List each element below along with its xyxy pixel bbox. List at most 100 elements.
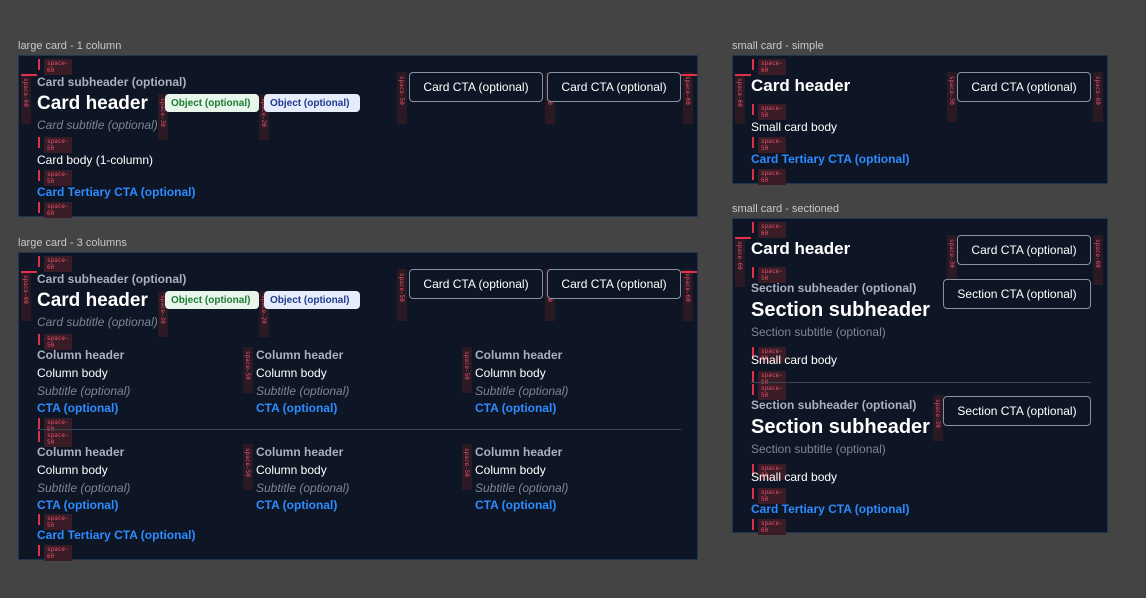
card-header: Card header <box>37 93 148 114</box>
small-card-simple: space-60 space-60 Card header space-50 S… <box>732 55 1108 185</box>
spacing-marker: space-30 <box>933 395 943 441</box>
card-cta-button-2[interactable]: Card CTA (optional) <box>547 269 681 299</box>
spacing-marker: space-50 <box>38 418 72 434</box>
card-subtitle: Card subtitle (optional) <box>37 315 158 329</box>
card-header: Card header <box>751 76 851 95</box>
spacing-marker: space-50 <box>397 72 407 124</box>
section-cta-button[interactable]: Section CTA (optional) <box>943 279 1091 309</box>
spacing-marker: space-50 <box>243 347 253 393</box>
tertiary-cta-link[interactable]: Card Tertiary CTA (optional) <box>37 528 195 542</box>
column-header: Column header <box>256 348 344 362</box>
object-tag-blue: Object (optional) <box>264 94 360 112</box>
section-subtitle: Section subtitle (optional) <box>751 442 886 456</box>
column-subtitle: Subtitle (optional) <box>475 481 569 495</box>
card-cta-button-1[interactable]: Card CTA (optional) <box>409 72 543 102</box>
spacing-marker: space-60 <box>38 202 72 218</box>
card-cta-button[interactable]: Card CTA (optional) <box>957 235 1091 265</box>
card-cta-button[interactable]: Card CTA (optional) <box>957 72 1091 102</box>
spacing-marker: space-50 <box>462 347 472 393</box>
column-body: Column body <box>475 366 546 380</box>
spacing-marker: space-60 <box>735 237 745 287</box>
spacing-marker: space-60 <box>752 169 786 185</box>
spacing-marker: space-60 <box>735 74 745 124</box>
spacing-marker: space-50 <box>752 104 786 120</box>
tertiary-cta-link[interactable]: Card Tertiary CTA (optional) <box>751 502 909 516</box>
spacing-marker: space-50 <box>752 137 786 153</box>
spacing-marker: space-50 <box>38 334 72 350</box>
spacing-marker: space-50 <box>462 444 472 490</box>
spacing-marker: space-50 <box>38 431 72 447</box>
frame-label-small-simple: small card - simple <box>732 40 824 52</box>
column-body: Column body <box>256 463 327 477</box>
spacing-marker: space-60 <box>752 59 786 75</box>
spacing-marker: space-50 <box>38 514 72 530</box>
spacing-marker: space-50 <box>243 444 253 490</box>
card-subheader: Card subheader (optional) <box>37 272 187 286</box>
column-cta-link[interactable]: CTA (optional) <box>475 401 556 415</box>
section-subheader: Section subheader <box>751 416 930 438</box>
spacing-marker: space-60 <box>38 59 72 75</box>
section-subtitle: Section subtitle (optional) <box>751 325 886 339</box>
spacing-marker: space-50 <box>38 170 72 186</box>
column-header: Column header <box>256 445 344 459</box>
column-subtitle: Subtitle (optional) <box>256 481 350 495</box>
column-cta-link[interactable]: CTA (optional) <box>475 498 556 512</box>
spacing-marker: space-60 <box>38 545 72 561</box>
spacing-marker: space-60 <box>752 222 786 238</box>
section-divider <box>751 382 1091 383</box>
spacing-marker: space-50 <box>397 269 407 321</box>
column-cta-link[interactable]: CTA (optional) <box>37 498 118 512</box>
spacing-marker: space-60 <box>752 519 786 535</box>
spacing-marker: space-60 <box>21 74 31 124</box>
column-body: Column body <box>37 366 108 380</box>
column-body: Column body <box>256 366 327 380</box>
frame-label-small-sectioned: small card - sectioned <box>732 203 839 215</box>
spacing-marker: space-60 <box>1093 235 1103 285</box>
object-tag-blue: Object (optional) <box>264 291 360 309</box>
column-header: Column header <box>475 445 563 459</box>
card-subtitle: Card subtitle (optional) <box>37 118 158 132</box>
spacing-marker: space-50 <box>752 267 786 283</box>
column-cta-link[interactable]: CTA (optional) <box>256 401 337 415</box>
card-body: Card body (1-column) <box>37 153 154 167</box>
large-card-3-columns: space-60 space-60 Card subheader (option… <box>18 252 698 561</box>
section-cta-button[interactable]: Section CTA (optional) <box>943 396 1091 426</box>
column-header: Column header <box>475 348 563 362</box>
spacing-marker: space-60 <box>683 72 693 124</box>
spacing-marker: space-60 <box>38 256 72 272</box>
column-subtitle: Subtitle (optional) <box>475 384 569 398</box>
section-body: Small card body <box>751 353 838 367</box>
column-cta-link[interactable]: CTA (optional) <box>256 498 337 512</box>
spacing-marker: space-60 <box>21 271 31 321</box>
column-subtitle: Subtitle (optional) <box>37 384 131 398</box>
section-subheader-small: Section subheader (optional) <box>751 398 917 412</box>
spacing-marker: space-50 <box>752 384 786 400</box>
object-tag-green: Object (optional) <box>165 94 259 112</box>
spacing-marker: space-30 <box>947 235 957 285</box>
card-body: Small card body <box>751 120 838 134</box>
large-card-1-column: space-60 space-60 Card subheader (option… <box>18 55 698 218</box>
tertiary-cta-link[interactable]: Card Tertiary CTA (optional) <box>37 185 195 199</box>
small-card-sectioned: space-60 space-60 Card header space-50 s… <box>732 218 1108 535</box>
column-cta-link[interactable]: CTA (optional) <box>37 401 118 415</box>
column-subtitle: Subtitle (optional) <box>256 384 350 398</box>
section-subheader-small: Section subheader (optional) <box>751 281 917 295</box>
card-header: Card header <box>37 290 148 311</box>
column-body: Column body <box>37 463 108 477</box>
column-header: Column header <box>37 348 125 362</box>
column-subtitle: Subtitle (optional) <box>37 481 131 495</box>
column-body: Column body <box>475 463 546 477</box>
object-tag-green: Object (optional) <box>165 291 259 309</box>
card-cta-button-2[interactable]: Card CTA (optional) <box>547 72 681 102</box>
spacing-marker: space-50 <box>38 137 72 153</box>
tertiary-cta-link[interactable]: Card Tertiary CTA (optional) <box>751 152 909 166</box>
card-cta-button-1[interactable]: Card CTA (optional) <box>409 269 543 299</box>
column-header: Column header <box>37 445 125 459</box>
spacing-marker: space-50 <box>752 371 786 387</box>
row-divider <box>37 429 681 430</box>
frame-label-large-3col: large card - 3 columns <box>18 237 127 249</box>
section-subheader: Section subheader <box>751 299 930 321</box>
spacing-marker: space-50 <box>752 488 786 504</box>
spacing-marker: space-30 <box>947 72 957 122</box>
card-header: Card header <box>751 239 851 258</box>
